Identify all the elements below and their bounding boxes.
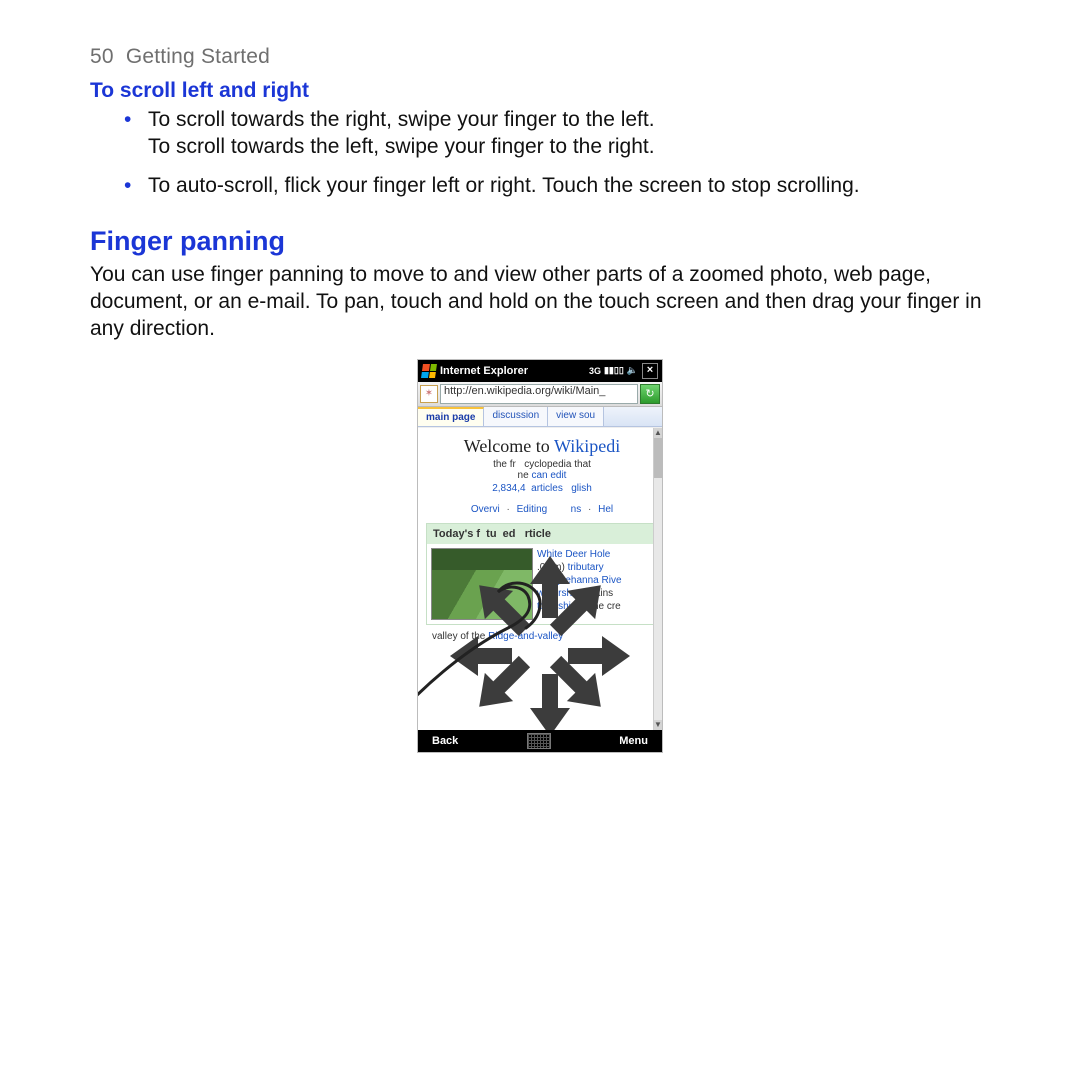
scroll-up-icon[interactable]: ▲: [654, 428, 662, 438]
wiki-subtitle: the fr cyclopedia that ne can edit: [426, 459, 658, 481]
scroll-down-icon[interactable]: ▼: [654, 720, 662, 730]
wiki-welcome-title: Welcome to Wikipedi: [426, 436, 658, 457]
screenshot-phone: Internet Explorer 3G ▮▮▯▯ 🔈 × ✶ http://e…: [417, 359, 663, 753]
page-number: 50: [90, 45, 114, 68]
scroll-bullet-list: To scroll towards the right, swipe your …: [90, 107, 990, 200]
page-header: 50 Getting Started: [90, 45, 990, 69]
bullet-item: To auto-scroll, flick your finger left o…: [124, 173, 990, 200]
favicon-icon: ✶: [420, 385, 438, 403]
soft-key-bar: Back Menu: [418, 730, 662, 752]
url-input[interactable]: http://en.wikipedia.org/wiki/Main_: [440, 384, 638, 404]
panning-body-text: You can use finger panning to move to an…: [90, 261, 990, 343]
titlebar: Internet Explorer 3G ▮▮▯▯ 🔈 ×: [418, 360, 662, 382]
vertical-scrollbar[interactable]: ▲ ▼: [653, 428, 662, 730]
windows-flag-icon: [421, 364, 437, 378]
tab-discussion[interactable]: discussion: [484, 407, 548, 426]
address-bar: ✶ http://en.wikipedia.org/wiki/Main_ ↻: [418, 382, 662, 407]
subsection-heading-scroll: To scroll left and right: [90, 79, 990, 103]
wikipedia-link[interactable]: Wikipedi: [554, 436, 620, 456]
nav-link[interactable]: Hel: [598, 504, 613, 515]
wiki-tabs: main page discussion view sou: [418, 407, 662, 427]
speaker-icon: 🔈: [627, 365, 638, 376]
finger-swipe-icon: [418, 488, 598, 730]
section-heading-panning: Finger panning: [90, 226, 990, 257]
scroll-thumb[interactable]: [654, 438, 662, 478]
softkey-back[interactable]: Back: [432, 735, 458, 747]
close-button[interactable]: ×: [642, 363, 658, 379]
browser-content[interactable]: Welcome to Wikipedi the fr cyclopedia th…: [418, 427, 662, 730]
tab-view-source[interactable]: view sou: [548, 407, 604, 426]
go-button[interactable]: ↻: [640, 384, 660, 404]
network-badge: 3G: [589, 366, 601, 376]
softkey-menu[interactable]: Menu: [619, 735, 648, 747]
tab-main-page[interactable]: main page: [418, 407, 484, 426]
bullet-item: To scroll towards the right, swipe your …: [124, 107, 990, 161]
signal-icon: ▮▮▯▯: [604, 365, 624, 376]
titlebar-app-name: Internet Explorer: [440, 365, 585, 377]
section-name: Getting Started: [126, 45, 270, 68]
status-icons: 3G ▮▮▯▯ 🔈: [589, 365, 638, 376]
keyboard-icon[interactable]: [527, 733, 551, 749]
